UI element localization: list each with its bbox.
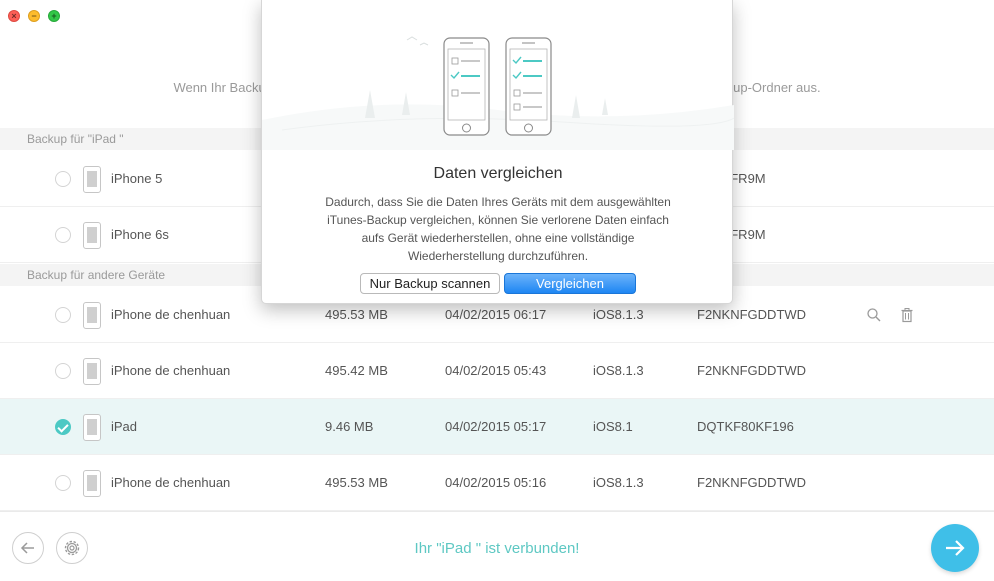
close-icon: × xyxy=(11,11,17,21)
window-controls: × − + xyxy=(8,10,60,22)
backup-row[interactable]: iPhone de chenhuan 495.42 MB 04/02/2015 … xyxy=(0,343,994,399)
iphone-icon xyxy=(83,358,101,385)
dialog-description-line: Wiederherstellung durchzuführen. xyxy=(407,249,589,263)
connection-status: Ihr "iPad " ist verbunden! xyxy=(414,540,580,557)
minimize-window-button[interactable]: − xyxy=(28,10,40,22)
iphone-icon xyxy=(83,302,101,329)
backup-row-selected[interactable]: iPad 9.46 MB 04/02/2015 05:17 iOS8.1 DQT… xyxy=(0,399,994,455)
row-radio[interactable] xyxy=(55,363,71,379)
row-radio[interactable] xyxy=(55,307,71,323)
device-serial: F2NKNFGDDTWD xyxy=(697,475,807,490)
iphone-icon xyxy=(83,222,101,249)
compare-button[interactable]: Vergleichen xyxy=(504,273,636,294)
trash-icon[interactable] xyxy=(899,307,915,323)
backup-date: 04/02/2015 05:16 xyxy=(445,475,547,490)
dialog-description-line: iTunes-Backup vergleichen, können Sie ve… xyxy=(327,213,669,227)
minimize-icon: − xyxy=(31,11,37,21)
dialog-description-line: Dadurch, dass Sie die Daten Ihres Geräts… xyxy=(325,195,671,209)
device-name: iPhone 6s xyxy=(111,227,169,242)
device-name: iPhone de chenhuan xyxy=(111,363,231,378)
arrow-right-icon xyxy=(946,540,965,556)
device-serial: DQTKF80KF196 xyxy=(697,419,794,434)
iphone-icon xyxy=(83,470,101,497)
backup-size: 495.53 MB xyxy=(325,475,388,490)
next-button[interactable] xyxy=(931,524,979,572)
device-serial: F2NKNFGDDTWD xyxy=(697,363,807,378)
search-icon[interactable] xyxy=(866,307,882,323)
iphone-icon xyxy=(83,166,101,193)
zoom-icon: + xyxy=(51,11,57,21)
backup-size: 495.42 MB xyxy=(325,363,388,378)
phones-compare-illustration xyxy=(262,36,734,150)
ipad-icon xyxy=(83,414,101,441)
dialog-description-line: aufs Gerät wiederherstellen, ohne eine v… xyxy=(361,231,635,245)
dialog-description: Dadurch, dass Sie die Daten Ihres Geräts… xyxy=(302,193,694,265)
device-name: iPad xyxy=(111,419,138,434)
close-window-button[interactable]: × xyxy=(8,10,20,22)
dialog-title: Daten vergleichen xyxy=(433,165,563,182)
row-radio[interactable] xyxy=(55,171,71,187)
zoom-window-button[interactable]: + xyxy=(48,10,60,22)
backup-date: 04/02/2015 05:17 xyxy=(445,419,547,434)
ios-version: iOS8.1.3 xyxy=(593,363,644,378)
device-name: iPhone 5 xyxy=(111,171,163,186)
device-name: iPhone de chenhuan xyxy=(111,307,231,322)
compare-dialog: Daten vergleichen Dadurch, dass Sie die … xyxy=(261,0,734,304)
device-name: iPhone de chenhuan xyxy=(111,475,231,490)
ios-version: iOS8.1 xyxy=(593,419,633,434)
ios-version: iOS8.1.3 xyxy=(593,475,644,490)
backup-size: 9.46 MB xyxy=(325,419,374,434)
backup-row[interactable]: iPhone de chenhuan 495.53 MB 04/02/2015 … xyxy=(0,455,994,511)
row-radio-checked[interactable] xyxy=(55,419,71,435)
row-radio[interactable] xyxy=(55,227,71,243)
footer-divider xyxy=(0,511,994,512)
row-radio[interactable] xyxy=(55,475,71,491)
backup-date: 04/02/2015 05:43 xyxy=(445,363,547,378)
scan-backup-only-button[interactable]: Nur Backup scannen xyxy=(360,273,500,294)
